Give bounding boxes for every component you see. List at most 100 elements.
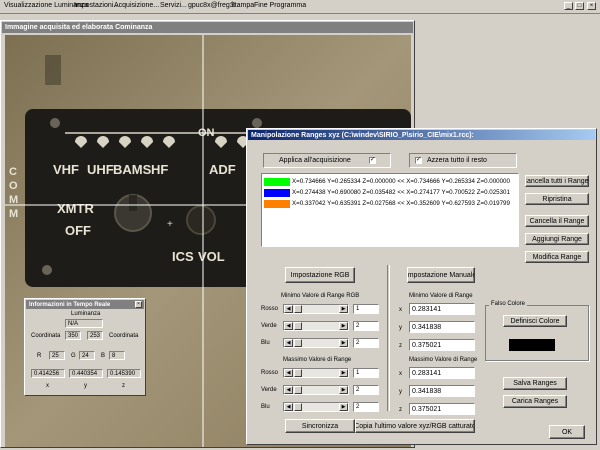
delete-range-button[interactable]: Cancella il Range <box>525 215 589 227</box>
panel-adf-label: ADF <box>209 162 236 177</box>
panel-vol-label: VOL <box>198 249 225 264</box>
svg-text:C: C <box>9 166 17 178</box>
min-red-value[interactable]: 1 <box>353 304 379 314</box>
define-colors-button[interactable]: Definisci Colore <box>503 315 567 327</box>
min-range-label: Minimo Valore di Range <box>409 293 473 299</box>
max-range-label: Massimo Valore di Range <box>409 357 478 363</box>
max-rgb-label: Massimo Valore di Range <box>283 357 352 363</box>
coord-y-value: 253 <box>87 331 103 340</box>
menu-servizi[interactable]: Servizi... <box>160 2 187 9</box>
max-red-slider[interactable]: ◀ ▶ <box>283 368 349 378</box>
manual-settings-button[interactable]: Impostazione Manuale <box>407 267 475 283</box>
list-item[interactable]: X=0.274438 Y=0.690080 Z=0.035482 << X=0.… <box>264 188 514 198</box>
max-z-field[interactable]: 0.375021 <box>409 403 475 415</box>
max-green-label: Verde <box>261 387 277 393</box>
load-ranges-button[interactable]: Carica Ranges <box>503 395 567 408</box>
list-item[interactable]: X=0.337042 Y=0.635391 Z=0.027568 << X=0.… <box>264 199 514 209</box>
ranges-list[interactable]: X=0.734666 Y=0.265334 Z=0.000000 << X=0.… <box>261 173 519 247</box>
max-y-field[interactable]: 0.341838 <box>409 385 475 397</box>
svg-text:O: O <box>9 180 18 192</box>
min-green-slider[interactable]: ◀ ▶ <box>283 321 349 331</box>
range-text: X=0.337042 Y=0.635391 Z=0.027568 << X=0.… <box>292 200 510 207</box>
min-red-label: Rosso <box>261 306 279 312</box>
range-color-swatch <box>264 189 290 197</box>
panel-on-label: ON <box>198 127 215 139</box>
y-label: y <box>84 383 87 389</box>
min-y-field[interactable]: 0.341838 <box>409 321 475 333</box>
info-window-title: Informazioni in Tempo Reale <box>26 300 144 309</box>
apply-acquisition-checkbox[interactable]: ✓ <box>369 157 376 164</box>
max-red-value[interactable]: 1 <box>353 368 379 378</box>
false-color-swatch <box>509 339 555 351</box>
save-ranges-button[interactable]: Salva Ranges <box>503 377 567 390</box>
dialog-title: Manipolazione Ranges xyz (C:\windev\SIRI… <box>248 130 595 140</box>
svg-text:M: M <box>9 194 18 206</box>
min-blue-slider[interactable]: ◀ ▶ <box>283 338 349 348</box>
range-color-swatch <box>264 178 290 186</box>
ok-button[interactable]: OK <box>549 425 585 439</box>
max-blue-label: Blu <box>261 404 270 410</box>
max-x-field[interactable]: 0.283141 <box>409 367 475 379</box>
coord-x-value: 350 <box>65 331 81 340</box>
copy-last-value-button[interactable]: Copia l'ultimo valore xyz/RGB catturato <box>355 419 475 433</box>
range-color-swatch <box>264 200 290 208</box>
panel-xmtr-label: XMTR <box>57 201 94 216</box>
range-text: X=0.274438 Y=0.690080 Z=0.035482 << X=0.… <box>292 189 510 196</box>
list-item[interactable]: X=0.734666 Y=0.265334 Z=0.000000 << X=0.… <box>264 177 514 187</box>
g-label: G <box>71 353 76 359</box>
info-close-icon[interactable]: × <box>135 301 142 308</box>
panel-divider <box>387 265 390 411</box>
min-blue-value[interactable]: 2 <box>353 338 379 348</box>
max-blue-slider[interactable]: ◀ ▶ <box>283 402 349 412</box>
panel-off-label: OFF <box>65 223 91 238</box>
luminance-label: Luminanza <box>71 311 101 317</box>
maximize-icon[interactable]: □ <box>575 2 584 10</box>
panel-ics-label: ICS <box>172 249 194 264</box>
info-window: Informazioni in Tempo Reale × Luminanza … <box>24 298 146 396</box>
false-color-group <box>485 305 589 361</box>
r-value: 25 <box>49 351 65 360</box>
false-color-label: Falso Colore <box>489 301 528 307</box>
svg-text:M: M <box>9 208 18 220</box>
panel-vhf-label: VHF <box>53 162 79 177</box>
g-value: 24 <box>79 351 95 360</box>
panel-hf-label: HF <box>151 162 168 177</box>
z-value: 0.145390 <box>107 369 141 378</box>
reset-rest-label: Azzera tutto il resto <box>427 157 487 164</box>
max-green-value[interactable]: 2 <box>353 385 379 395</box>
luminance-value: N/A <box>65 319 103 328</box>
min-y-label: y <box>399 325 402 331</box>
modify-range-button[interactable]: Modifica Range <box>525 251 589 263</box>
apply-acquisition-label: Applica all'acquisizione <box>279 157 351 164</box>
max-x-label: x <box>399 371 402 377</box>
menu-email[interactable]: gpuc8x@freg.it <box>188 2 235 9</box>
close-icon[interactable]: × <box>587 2 596 10</box>
clear-all-ranges-button[interactable]: Cancella tutti i Ranges <box>525 175 589 187</box>
max-z-label: z <box>399 407 402 413</box>
reset-rest-checkbox[interactable]: ✓ <box>415 157 422 164</box>
max-green-slider[interactable]: ◀ ▶ <box>283 385 349 395</box>
y-value: 0.440354 <box>69 369 103 378</box>
menu-acquisizione[interactable]: Acquisizione... <box>114 2 159 9</box>
menu-fine-programma[interactable]: Fine Programma <box>254 2 306 9</box>
r-label: R <box>37 353 42 359</box>
coord-label-left: Coordinata <box>31 333 61 339</box>
coord-label-right: Coordinata <box>109 333 139 339</box>
restore-button[interactable]: Ripristina <box>525 193 589 205</box>
menu-impostazioni[interactable]: Impostazioni... <box>74 2 119 9</box>
b-value: 8 <box>109 351 125 360</box>
rgb-settings-button[interactable]: Impostazione RGB <box>285 267 355 283</box>
menu-stampa[interactable]: Stampa <box>230 2 254 9</box>
minimize-icon[interactable]: _ <box>564 2 573 10</box>
add-range-button[interactable]: Aggiungi Range <box>525 233 589 245</box>
max-blue-value[interactable]: 2 <box>353 402 379 412</box>
min-z-field[interactable]: 0.375021 <box>409 339 475 351</box>
max-red-label: Rosso <box>261 370 279 376</box>
min-x-field[interactable]: 0.283141 <box>409 303 475 315</box>
b-label: B <box>101 353 106 359</box>
sync-button[interactable]: Sincronizza <box>285 419 355 433</box>
min-green-value[interactable]: 2 <box>353 321 379 331</box>
menu-bar: Visualizzazione Luminanza Impostazioni..… <box>0 0 600 14</box>
min-red-slider[interactable]: ◀ ▶ <box>283 304 349 314</box>
image-window-title: Immagine acquisita ed elaborata Cominanz… <box>2 22 413 33</box>
